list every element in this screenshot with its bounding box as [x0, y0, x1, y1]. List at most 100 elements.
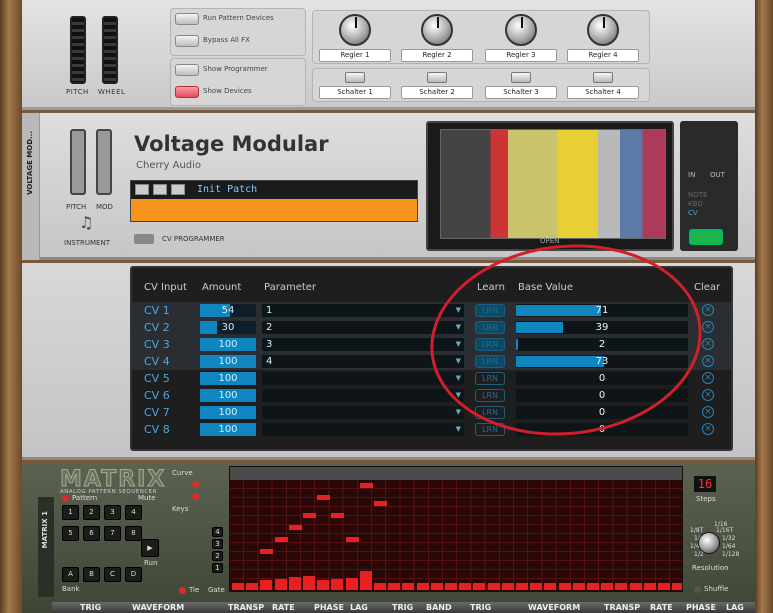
gate-bar[interactable] [530, 583, 543, 590]
pattern-pad[interactable]: 4 [125, 505, 142, 520]
cv-programmer-toggle[interactable] [134, 234, 154, 244]
note-cell[interactable] [260, 549, 274, 554]
clear-icon[interactable]: × [702, 372, 714, 384]
pattern-pad[interactable]: 6 [83, 526, 100, 541]
gate-bar[interactable] [232, 583, 244, 590]
plugin-screen[interactable]: OPEN [426, 121, 674, 251]
mute-led[interactable] [128, 495, 135, 502]
schalter-4-switch[interactable] [593, 72, 613, 83]
gate-bar[interactable] [501, 583, 514, 590]
resolution-option[interactable]: 1/128 [722, 551, 739, 558]
run-button[interactable]: ▶ [141, 539, 159, 557]
mod-wheel[interactable] [102, 16, 118, 84]
regler-4-knob[interactable] [587, 14, 619, 46]
amount-slider[interactable]: 100 [200, 355, 256, 368]
base-value-slider[interactable]: 0 [516, 389, 688, 402]
base-value-slider[interactable]: 39 [516, 321, 688, 334]
learn-button[interactable]: LRN [475, 321, 505, 334]
schalter-1-switch[interactable] [345, 72, 365, 83]
gate-bar[interactable] [615, 583, 628, 590]
gate-bar[interactable] [359, 571, 372, 590]
curve-led-1[interactable] [192, 481, 199, 488]
gate-bar[interactable] [303, 576, 315, 590]
gate-bar[interactable] [643, 583, 656, 590]
pattern-pad[interactable]: 7 [104, 526, 121, 541]
octave-button[interactable]: 4 [212, 527, 223, 537]
pattern-pad[interactable]: 5 [62, 526, 79, 541]
parameter-select[interactable]: 2 ▼ [262, 321, 464, 334]
base-value-slider[interactable]: 0 [516, 372, 688, 385]
regler-2-knob[interactable] [421, 14, 453, 46]
gate-bar[interactable] [487, 583, 500, 590]
schalter-4-label[interactable]: Schalter 4 [567, 86, 639, 99]
bank-button[interactable]: C [104, 567, 121, 582]
parameter-select[interactable]: ▼ [262, 423, 464, 436]
matrix-fold-strip[interactable]: MATRIX 1 [38, 497, 54, 597]
amount-slider[interactable]: 100 [200, 389, 256, 402]
base-value-slider[interactable]: 0 [516, 423, 688, 436]
gate-bar[interactable] [558, 583, 571, 590]
vm-mod-wheel[interactable] [96, 129, 112, 195]
parameter-select[interactable]: ▼ [262, 389, 464, 402]
schalter-1-label[interactable]: Schalter 1 [319, 86, 391, 99]
octave-button[interactable]: 3 [212, 539, 223, 549]
note-cell[interactable] [303, 513, 316, 518]
amount-slider[interactable]: 100 [200, 423, 256, 436]
clear-icon[interactable]: × [702, 304, 714, 316]
amount-slider[interactable]: 30 [200, 321, 256, 334]
show-devices-button[interactable] [175, 86, 199, 98]
tie-led[interactable] [179, 587, 186, 594]
gate-bar[interactable] [288, 577, 301, 590]
learn-button[interactable]: LRN [475, 304, 505, 317]
amount-slider[interactable]: 100 [200, 372, 256, 385]
gate-bar[interactable] [629, 583, 642, 590]
note-cell[interactable] [359, 483, 373, 488]
gate-bar[interactable] [459, 583, 472, 590]
learn-button[interactable]: LRN [475, 355, 505, 368]
clear-icon[interactable]: × [702, 389, 714, 401]
gate-bar[interactable] [473, 583, 486, 590]
gate-bar[interactable] [572, 583, 585, 590]
gate-bar[interactable] [331, 579, 344, 590]
show-programmer-button[interactable] [175, 64, 199, 76]
note-cell[interactable] [288, 525, 302, 530]
clear-icon[interactable]: × [702, 321, 714, 333]
regler-3-knob[interactable] [505, 14, 537, 46]
gate-bar[interactable] [317, 580, 330, 590]
note-cell[interactable] [331, 513, 345, 518]
note-cell[interactable] [345, 537, 359, 542]
gate-bar[interactable] [345, 578, 358, 590]
note-cell[interactable] [374, 501, 387, 506]
clear-icon[interactable]: × [702, 423, 714, 435]
gate-bar[interactable] [516, 583, 528, 590]
vm-pitch-wheel[interactable] [70, 129, 86, 195]
learn-button[interactable]: LRN [475, 372, 505, 385]
run-pattern-devices-button[interactable] [175, 13, 199, 25]
parameter-select[interactable]: 1 ▼ [262, 304, 464, 317]
bank-button[interactable]: D [125, 567, 142, 582]
gate-bar[interactable] [260, 580, 273, 590]
regler-3-label[interactable]: Regler 3 [485, 49, 557, 62]
patch-prev-button[interactable] [135, 184, 149, 195]
base-value-slider[interactable]: 71 [516, 304, 688, 317]
note-cell[interactable] [317, 495, 331, 500]
learn-button[interactable]: LRN [475, 389, 505, 402]
schalter-2-switch[interactable] [427, 72, 447, 83]
patch-browse-button[interactable] [153, 184, 167, 195]
learn-button[interactable]: LRN [475, 406, 505, 419]
resolution-option[interactable]: 1/64 [722, 543, 735, 550]
learn-button[interactable]: LRN [475, 423, 505, 436]
clear-icon[interactable]: × [702, 406, 714, 418]
gate-bar[interactable] [445, 583, 457, 590]
bypass-all-fx-button[interactable] [175, 35, 199, 47]
bank-button[interactable]: A [62, 567, 79, 582]
base-value-slider[interactable]: 2 [516, 338, 688, 351]
resolution-option[interactable]: 1/16T [716, 527, 733, 534]
amount-slider[interactable]: 54 [200, 304, 256, 317]
patch-name[interactable]: Init Patch [197, 184, 257, 195]
gate-bar[interactable] [388, 583, 401, 590]
note-cell[interactable] [274, 537, 288, 542]
step-grid[interactable] [229, 466, 683, 592]
resolution-option[interactable]: 1/8T [690, 527, 703, 534]
clear-icon[interactable]: × [702, 338, 714, 350]
